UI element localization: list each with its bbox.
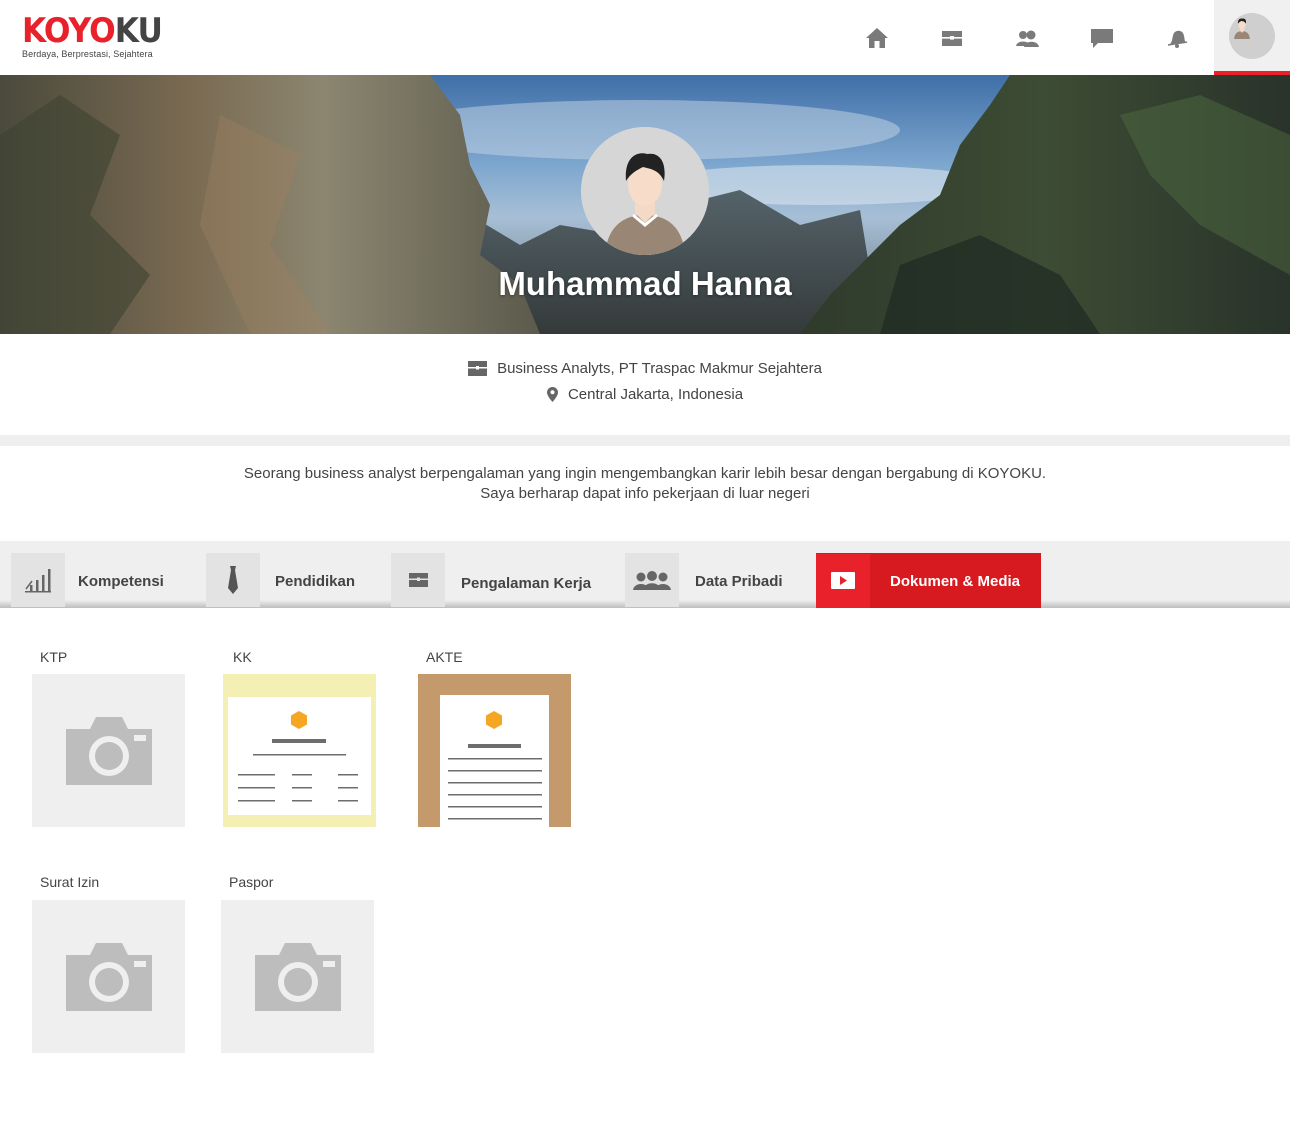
logo-part-a: KOYO: [22, 11, 116, 51]
nav-messages[interactable]: [1064, 0, 1139, 75]
briefcase-icon: [941, 30, 962, 46]
location-line: Central Jakarta, Indonesia: [0, 386, 1290, 403]
doc-label-ktp: KTP: [40, 649, 68, 665]
nav-jobs[interactable]: [914, 0, 989, 75]
camera-icon: [65, 942, 152, 1011]
job-line: Business Analyts, PT Traspac Makmur Seja…: [0, 360, 1290, 377]
play-icon: [816, 553, 870, 608]
tab-label: Data Pribadi: [695, 572, 783, 590]
location-pin-icon: [546, 387, 558, 402]
doc-kk[interactable]: [223, 674, 376, 827]
tie-icon: [206, 553, 260, 607]
certificate-icon: [440, 695, 549, 827]
tab-label: Pendidikan: [275, 572, 356, 590]
nav-notifications[interactable]: [1139, 0, 1214, 75]
profile-cover: Muhammad Hanna: [0, 75, 1290, 334]
tab-pendidikan[interactable]: Pendidikan: [206, 553, 355, 607]
chat-icon: [1090, 28, 1113, 48]
logo-part-b: KU: [114, 11, 163, 51]
profile-info: Business Analyts, PT Traspac Makmur Seja…: [0, 334, 1290, 435]
location-text: Central Jakarta, Indonesia: [567, 386, 744, 403]
profile-tabs: Kompetensi Pendidikan Pengalaman Kerja D…: [0, 541, 1290, 608]
bio-line-2: Saya berharap dapat info pekerjaan di lu…: [480, 485, 810, 502]
doc-ktp[interactable]: [32, 674, 185, 827]
nav-connections[interactable]: [989, 0, 1064, 75]
briefcase-icon: [468, 361, 488, 376]
koyoku-logo[interactable]: KOYOKU Berdaya, Berprestasi, Sejahtera: [22, 14, 174, 59]
profile-photo[interactable]: [581, 127, 709, 255]
people-icon: [1015, 30, 1039, 47]
doc-akte[interactable]: [418, 674, 571, 827]
bell-icon: [1167, 30, 1187, 48]
doc-label-surat-izin: Surat Izin: [40, 874, 100, 890]
tab-label: Dokumen & Media: [890, 573, 1021, 590]
tab-label: Pengalaman Kerja: [461, 574, 592, 592]
nav-profile[interactable]: [1214, 0, 1290, 75]
bar-chart-icon: [11, 553, 65, 607]
profile-bio: Seorang business analyst berpengalaman y…: [0, 464, 1290, 504]
home-icon: [865, 27, 888, 48]
section-divider: [0, 435, 1290, 446]
doc-surat-izin[interactable]: [32, 900, 185, 1053]
camera-icon: [65, 716, 152, 785]
camera-icon: [254, 942, 341, 1011]
briefcase-icon: [391, 553, 445, 607]
certificate-icon: [228, 696, 371, 815]
job-title: Business Analyts, PT Traspac Makmur Seja…: [497, 360, 822, 377]
main-nav: [839, 0, 1290, 75]
logo-wordmark: KOYOKU: [22, 11, 163, 51]
group-icon: [625, 553, 679, 607]
tab-label: Kompetensi: [78, 572, 164, 590]
top-bar: KOYOKU Berdaya, Berprestasi, Sejahtera: [0, 0, 1290, 75]
doc-label-akte: AKTE: [426, 649, 463, 665]
tab-dokumen-media[interactable]: Dokumen & Media: [816, 553, 1042, 608]
profile-avatar: [1229, 12, 1275, 59]
doc-label-paspor: Paspor: [229, 874, 274, 890]
tab-kompetensi[interactable]: Kompetensi: [11, 553, 164, 607]
doc-paspor[interactable]: [221, 900, 374, 1053]
nav-home[interactable]: [839, 0, 914, 75]
tab-pengalaman-kerja[interactable]: Pengalaman Kerja: [391, 553, 591, 607]
doc-label-kk: KK: [233, 649, 252, 665]
profile-name: Muhammad Hanna: [498, 265, 792, 302]
tab-data-pribadi[interactable]: Data Pribadi: [625, 553, 783, 607]
bio-line-1: Seorang business analyst berpengalaman y…: [243, 465, 1047, 482]
